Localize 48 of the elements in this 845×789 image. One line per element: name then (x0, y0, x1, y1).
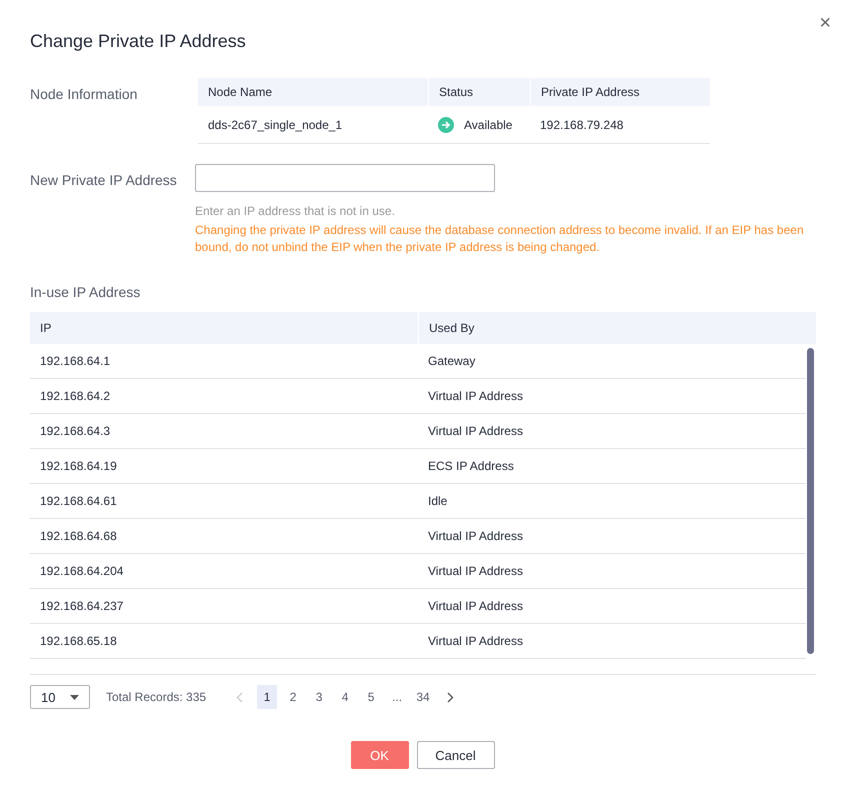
next-page-icon[interactable] (447, 692, 454, 702)
table-cell-text: dds-2c67_single_node_1 (207, 118, 344, 132)
field-label: Node Information (30, 85, 138, 104)
table-cell-text: 192.168.64.19 (39, 459, 118, 473)
hint-text: Enter an IP address that is not in use. (195, 204, 396, 218)
column-header: Used By (418, 312, 806, 344)
table-cell-text: 192.168.64.3 (39, 424, 112, 438)
column-header: Node Name (207, 84, 274, 101)
table-cell-text: Idle (427, 494, 448, 508)
dialog-title: Change Private IP Address (30, 31, 246, 52)
page-size-dropdown[interactable]: 10 (30, 685, 90, 709)
column-header: Status (428, 78, 530, 106)
ip-input-field[interactable] (195, 164, 495, 192)
caret-icon (70, 694, 79, 700)
cancel-button[interactable]: Cancel (416, 741, 494, 769)
table-cell-text: ECS IP Address (427, 459, 515, 473)
table-cell-text: Virtual IP Address (427, 389, 524, 403)
table-cell-text: 192.168.64.61 (39, 494, 118, 508)
page-button[interactable]: 1 (257, 685, 278, 709)
table-cell-text: 192.168.64.68 (39, 529, 118, 543)
arrow-circle-icon (438, 116, 454, 132)
table-cell-text: Virtual IP Address (427, 564, 524, 578)
page-button[interactable]: 2 (283, 685, 304, 709)
table-cell-text: 192.168.64.204 (39, 564, 124, 578)
table-cell-text: Virtual IP Address (427, 599, 524, 613)
table-cell-text: Virtual IP Address (427, 634, 524, 648)
status-text: Available (464, 118, 512, 132)
field-label: New Private IP Address (30, 171, 178, 190)
table-cell-text: 192.168.79.248 (539, 118, 624, 132)
table-cell-text: Virtual IP Address (427, 424, 524, 438)
page-button[interactable]: 34 (413, 685, 434, 709)
table-cell-text: Virtual IP Address (427, 529, 524, 543)
warning-text: Changing the private IP address will cause the database connection address to become invalid. If an EIP has been bound, do not unbind the EIP when the private IP address is being changed. (195, 222, 805, 256)
page-button[interactable]: 4 (335, 685, 356, 709)
table-cell-text: 192.168.64.1 (39, 354, 112, 368)
total-records: Total Records: 335 (106, 690, 206, 704)
close-button[interactable]: × (819, 12, 831, 35)
table-cell-text: 192.168.64.237 (39, 599, 124, 613)
table-cell-text: Gateway (427, 354, 476, 368)
table-cell-text: 192.168.64.2 (39, 389, 112, 403)
section-label: In-use IP Address (30, 284, 142, 300)
page-button[interactable]: ... (387, 685, 408, 709)
page-button[interactable]: 3 (309, 685, 330, 709)
column-header: IP (39, 321, 52, 335)
column-header: Private IP Address (530, 78, 710, 106)
scrollbar[interactable] (807, 348, 814, 654)
page-button[interactable]: 5 (361, 685, 382, 709)
table-cell-text: 192.168.65.18 (39, 634, 118, 648)
